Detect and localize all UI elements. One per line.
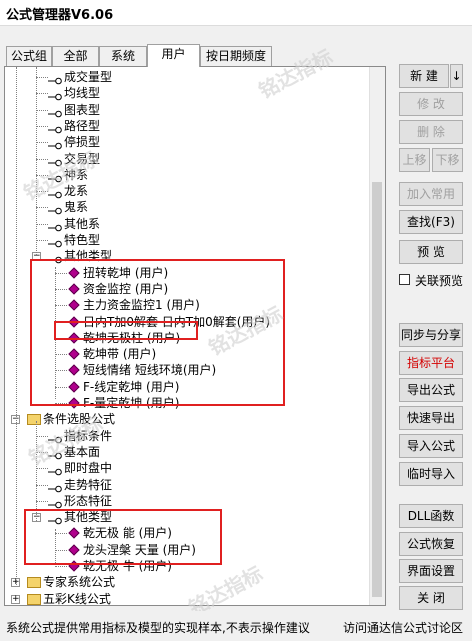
tab-by-date-frequency[interactable]: 按日期频度 bbox=[200, 46, 272, 66]
key-icon bbox=[48, 138, 62, 150]
key-icon bbox=[48, 236, 62, 248]
key-icon bbox=[48, 497, 62, 509]
tree-node[interactable]: 停损型 bbox=[5, 134, 365, 150]
tree-connector bbox=[36, 142, 48, 143]
forum-link[interactable]: 访问通达信公式讨论区 bbox=[343, 619, 463, 636]
tree-connector bbox=[36, 159, 48, 160]
tree-connector bbox=[36, 501, 48, 502]
tree-node[interactable]: 鬼系 bbox=[5, 199, 365, 215]
find-button[interactable]: 查找(F3) bbox=[399, 210, 463, 234]
key-icon bbox=[48, 73, 62, 85]
highlight-box-selected bbox=[54, 321, 198, 340]
tab-formula-group[interactable]: 公式组 bbox=[6, 46, 52, 66]
key-icon bbox=[48, 89, 62, 101]
key-icon bbox=[48, 122, 62, 134]
close-button[interactable]: 关 闭 bbox=[399, 586, 463, 610]
new-button[interactable]: 新 建 bbox=[399, 64, 449, 88]
tab-user[interactable]: 用户 bbox=[147, 44, 200, 67]
tree-connector bbox=[36, 485, 48, 486]
linked-preview-label: 关联预览 bbox=[415, 274, 464, 288]
export-button[interactable]: 导出公式 bbox=[399, 378, 463, 402]
folder-icon bbox=[27, 594, 41, 605]
move-down-button[interactable]: 下移 bbox=[432, 148, 463, 172]
key-icon bbox=[48, 203, 62, 215]
tree-node[interactable]: − 条件选股公式 bbox=[5, 411, 365, 427]
tree-expander-icon[interactable]: + bbox=[11, 595, 20, 604]
key-icon bbox=[48, 464, 62, 476]
title-bar: 公式管理器V6.06 bbox=[0, 0, 472, 26]
tree-node-label: 专家系统公式 bbox=[43, 575, 116, 589]
tree-node[interactable]: 路径型 bbox=[5, 118, 365, 134]
tree-node-label: 鬼系 bbox=[64, 200, 89, 214]
tree-node[interactable]: 图表型 bbox=[5, 102, 365, 118]
temp-import-button[interactable]: 临时导入 bbox=[399, 462, 463, 486]
tree-node-label: 即时盘中 bbox=[64, 461, 113, 475]
tree-connector bbox=[36, 93, 48, 94]
tree-node-label: 五彩K线公式 bbox=[43, 592, 111, 606]
preview-button[interactable]: 预 览 bbox=[399, 240, 463, 264]
status-text: 系统公式提供常用指标及模型的实现样本,不表示操作建议 bbox=[6, 621, 310, 635]
tree-node-label: 形态特征 bbox=[64, 494, 113, 508]
tree-node[interactable]: 其他系 bbox=[5, 216, 365, 232]
tree-node-label: 其他系 bbox=[64, 217, 101, 231]
tree-connector bbox=[36, 77, 48, 78]
tree-connector bbox=[36, 207, 48, 208]
ui-settings-button[interactable]: 界面设置 bbox=[399, 559, 463, 583]
quick-export-button[interactable]: 快速导出 bbox=[399, 406, 463, 430]
tree-node-label: 路径型 bbox=[64, 119, 101, 133]
tree-node-label: 特色型 bbox=[64, 233, 101, 247]
tree-connector bbox=[36, 110, 48, 111]
dll-function-button[interactable]: DLL函数 bbox=[399, 504, 463, 528]
tab-all[interactable]: 全部 bbox=[52, 46, 99, 66]
status-bar: 系统公式提供常用指标及模型的实现样本,不表示操作建议 访问通达信公式讨论区 bbox=[0, 611, 472, 641]
indicator-platform-button[interactable]: 指标平台 bbox=[399, 351, 463, 375]
new-dropdown-button[interactable]: ↓ bbox=[450, 64, 463, 88]
tree-node[interactable]: 均线型 bbox=[5, 85, 365, 101]
tree-node[interactable]: + 专家系统公式 bbox=[5, 574, 365, 590]
sync-share-button[interactable]: 同步与分享 bbox=[399, 323, 463, 347]
window-title: 公式管理器V6.06 bbox=[6, 8, 114, 23]
modify-button[interactable]: 修 改 bbox=[399, 92, 463, 116]
tree-connector bbox=[55, 566, 67, 567]
tree-node-label: 成交量型 bbox=[64, 70, 113, 84]
tree-connector bbox=[36, 126, 48, 127]
tree-node[interactable]: 形态特征 bbox=[5, 493, 365, 509]
key-icon bbox=[48, 106, 62, 118]
tree-node-label: 图表型 bbox=[64, 103, 101, 117]
tree-connector bbox=[36, 240, 48, 241]
key-icon bbox=[48, 481, 62, 493]
folder-icon bbox=[27, 414, 41, 425]
vertical-scrollbar[interactable] bbox=[369, 67, 385, 605]
key-icon bbox=[48, 220, 62, 232]
tab-system[interactable]: 系统 bbox=[99, 46, 147, 66]
tree-connector bbox=[36, 224, 48, 225]
checkbox-box[interactable] bbox=[399, 274, 410, 285]
import-button[interactable]: 导入公式 bbox=[399, 434, 463, 458]
add-common-button[interactable]: 加入常用 bbox=[399, 182, 463, 206]
tree-guide-line bbox=[36, 67, 37, 255]
scrollbar-thumb[interactable] bbox=[372, 182, 382, 597]
move-up-button[interactable]: 上移 bbox=[399, 148, 430, 172]
tree-guide-line bbox=[16, 67, 17, 585]
tree-node[interactable]: 特色型 bbox=[5, 232, 365, 248]
folder-icon bbox=[27, 577, 41, 588]
tree-node[interactable]: 走势特征 bbox=[5, 477, 365, 493]
tree-node-label: 走势特征 bbox=[64, 478, 113, 492]
tree-node-label: 均线型 bbox=[64, 86, 101, 100]
restore-button[interactable]: 公式恢复 bbox=[399, 532, 463, 556]
delete-button[interactable]: 删 除 bbox=[399, 120, 463, 144]
tree-node[interactable]: 即时盘中 bbox=[5, 460, 365, 476]
highlight-box-conditions bbox=[24, 509, 222, 565]
